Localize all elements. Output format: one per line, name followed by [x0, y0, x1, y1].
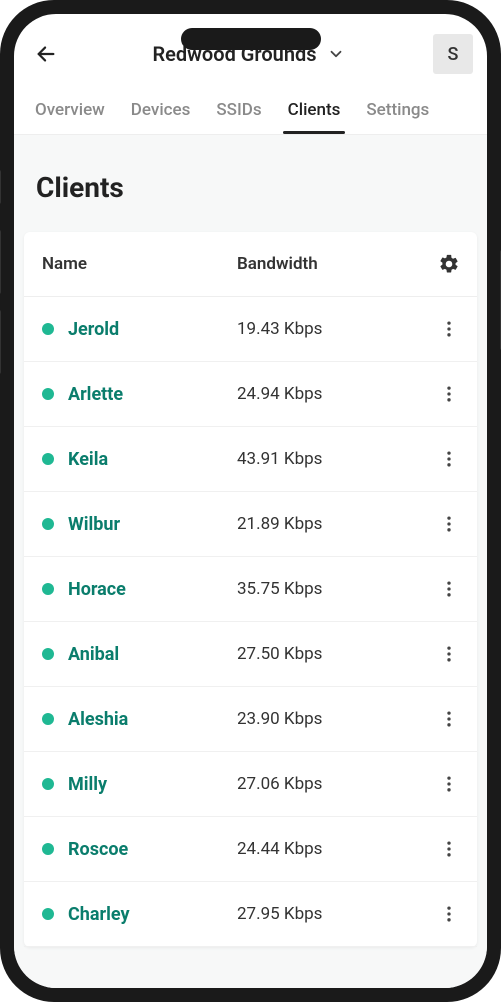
client-bandwidth: 35.75 Kbps [237, 579, 435, 599]
column-header-name[interactable]: Name [42, 254, 237, 274]
table-row: Wilbur 21.89 Kbps [24, 492, 477, 557]
more-vertical-icon [439, 904, 459, 924]
tab-label: Settings [366, 100, 429, 120]
top-bar: Redwood Grounds S [14, 14, 487, 86]
row-more-button[interactable] [435, 315, 463, 343]
row-more-button[interactable] [435, 835, 463, 863]
phone-side-button [0, 230, 1, 294]
tab-settings[interactable]: Settings [353, 86, 442, 134]
more-vertical-icon [439, 644, 459, 664]
client-bandwidth: 27.06 Kbps [237, 774, 435, 794]
table-settings-button[interactable] [435, 250, 463, 278]
client-name-link[interactable]: Keila [68, 449, 237, 470]
phone-frame: Redwood Grounds S Overview Devices SSIDs… [0, 0, 501, 1002]
row-more-button[interactable] [435, 510, 463, 538]
client-bandwidth: 27.50 Kbps [237, 644, 435, 664]
row-more-button[interactable] [435, 640, 463, 668]
status-dot-icon [42, 778, 54, 790]
client-bandwidth: 23.90 Kbps [237, 709, 435, 729]
client-name-link[interactable]: Jerold [68, 319, 237, 340]
column-header-bandwidth[interactable]: Bandwidth [237, 254, 435, 274]
more-vertical-icon [439, 774, 459, 794]
row-more-button[interactable] [435, 575, 463, 603]
tab-clients[interactable]: Clients [275, 86, 354, 134]
status-dot-icon [42, 518, 54, 530]
more-vertical-icon [439, 384, 459, 404]
more-vertical-icon [439, 579, 459, 599]
client-bandwidth: 24.44 Kbps [237, 839, 435, 859]
status-dot-icon [42, 323, 54, 335]
client-name-link[interactable]: Arlette [68, 384, 237, 405]
table-row: Anibal 27.50 Kbps [24, 622, 477, 687]
more-vertical-icon [439, 839, 459, 859]
row-more-button[interactable] [435, 380, 463, 408]
client-name-link[interactable]: Wilbur [68, 514, 237, 535]
tab-label: Clients [288, 100, 341, 120]
status-dot-icon [42, 583, 54, 595]
row-more-button[interactable] [435, 900, 463, 928]
client-bandwidth: 27.95 Kbps [237, 904, 435, 924]
more-vertical-icon [439, 319, 459, 339]
client-bandwidth: 21.89 Kbps [237, 514, 435, 534]
tab-label: Devices [131, 100, 191, 120]
row-more-button[interactable] [435, 770, 463, 798]
more-vertical-icon [439, 514, 459, 534]
status-dot-icon [42, 908, 54, 920]
status-dot-icon [42, 713, 54, 725]
client-name-link[interactable]: Charley [68, 904, 237, 925]
status-dot-icon [42, 453, 54, 465]
avatar[interactable]: S [433, 34, 473, 74]
client-name-link[interactable]: Anibal [68, 644, 237, 665]
tab-bar: Overview Devices SSIDs Clients Settings [14, 86, 487, 135]
table-row: Horace 35.75 Kbps [24, 557, 477, 622]
table-row: Roscoe 24.44 Kbps [24, 817, 477, 882]
back-button[interactable] [28, 36, 64, 72]
tab-devices[interactable]: Devices [118, 86, 204, 134]
phone-side-button [0, 310, 1, 374]
tab-label: Overview [35, 100, 105, 120]
client-name-link[interactable]: Horace [68, 579, 237, 600]
phone-side-button [0, 170, 1, 204]
arrow-left-icon [35, 43, 57, 65]
client-bandwidth: 24.94 Kbps [237, 384, 435, 404]
table-row: Arlette 24.94 Kbps [24, 362, 477, 427]
page-title: Clients [14, 135, 487, 232]
client-name-link[interactable]: Roscoe [68, 839, 237, 860]
client-bandwidth: 19.43 Kbps [237, 319, 435, 339]
content: Clients Name Bandwidth Jerold 19.43 Kbps… [14, 135, 487, 988]
screen: Redwood Grounds S Overview Devices SSIDs… [14, 14, 487, 988]
status-dot-icon [42, 388, 54, 400]
table-row: Charley 27.95 Kbps [24, 882, 477, 947]
client-name-link[interactable]: Milly [68, 774, 237, 795]
more-vertical-icon [439, 709, 459, 729]
tab-ssids[interactable]: SSIDs [203, 86, 274, 134]
table-body: Jerold 19.43 Kbps Arlette 24.94 Kbps Kei… [24, 297, 477, 947]
table-row: Keila 43.91 Kbps [24, 427, 477, 492]
table-header: Name Bandwidth [24, 232, 477, 297]
row-more-button[interactable] [435, 705, 463, 733]
chevron-down-icon [327, 45, 345, 63]
status-dot-icon [42, 843, 54, 855]
client-bandwidth: 43.91 Kbps [237, 449, 435, 469]
tab-overview[interactable]: Overview [22, 86, 118, 134]
row-more-button[interactable] [435, 445, 463, 473]
table-row: Aleshia 23.90 Kbps [24, 687, 477, 752]
site-selector[interactable]: Redwood Grounds [64, 42, 433, 66]
more-vertical-icon [439, 449, 459, 469]
avatar-initial: S [448, 44, 459, 65]
gear-icon [438, 253, 460, 275]
table-row: Milly 27.06 Kbps [24, 752, 477, 817]
clients-table: Name Bandwidth Jerold 19.43 Kbps Arlette… [24, 232, 477, 947]
tab-label: SSIDs [216, 100, 261, 120]
table-row: Jerold 19.43 Kbps [24, 297, 477, 362]
client-name-link[interactable]: Aleshia [68, 709, 237, 730]
status-dot-icon [42, 648, 54, 660]
site-name: Redwood Grounds [152, 42, 316, 66]
